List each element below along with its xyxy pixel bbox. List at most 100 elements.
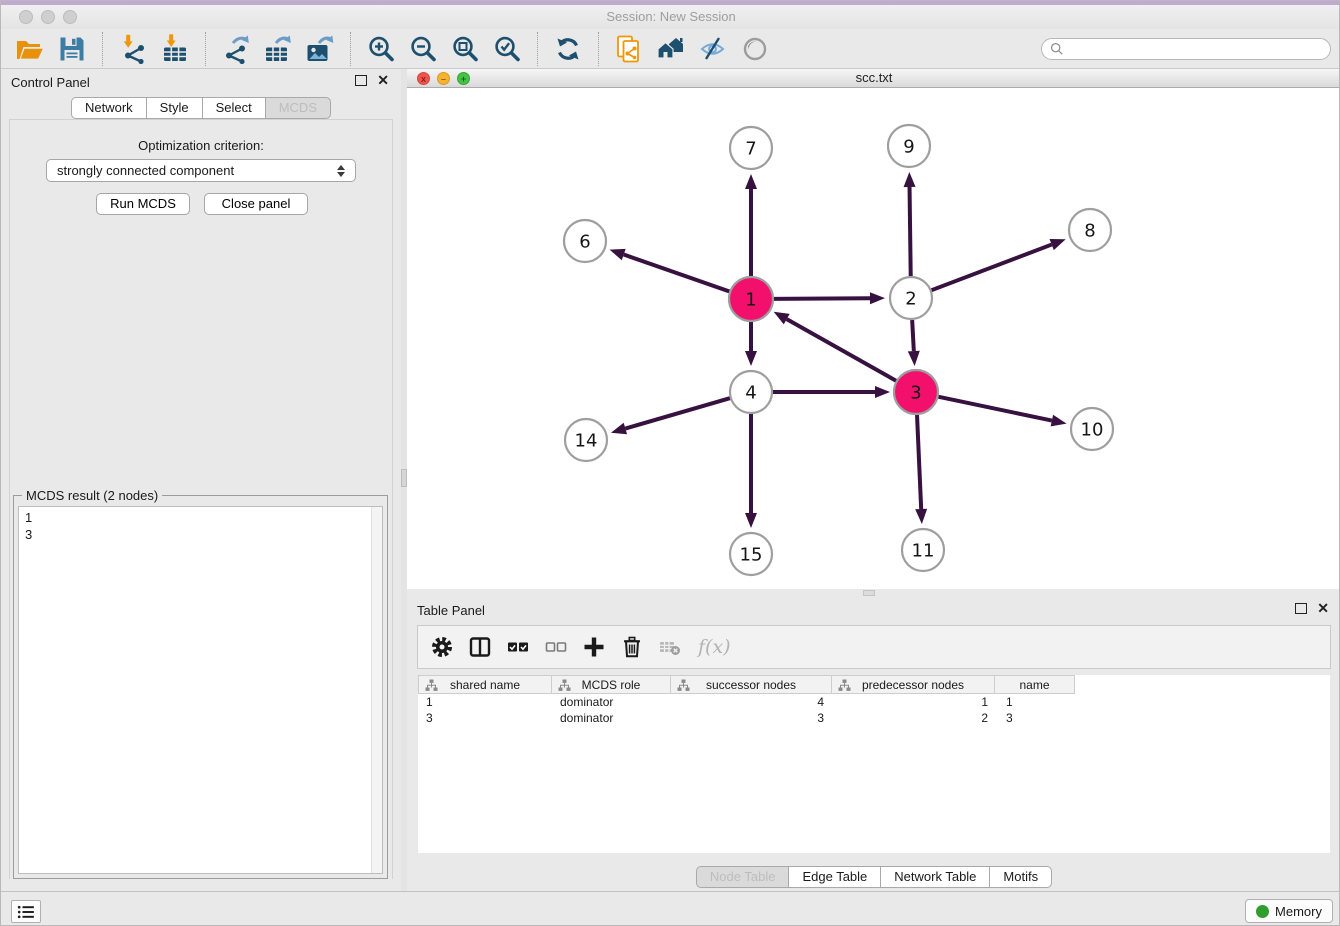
graph-node-label: 8 bbox=[1084, 221, 1095, 242]
graph-edge-2-8[interactable] bbox=[932, 245, 1052, 291]
tab-mcds[interactable]: MCDS bbox=[265, 97, 331, 119]
first-neighbors-icon[interactable] bbox=[656, 34, 686, 64]
table-settings-gear-icon[interactable] bbox=[430, 635, 454, 659]
network-minimize-icon[interactable]: – bbox=[437, 72, 450, 85]
graph-arrowhead bbox=[774, 312, 790, 325]
graph-edge-3-1[interactable] bbox=[787, 319, 897, 381]
graph-arrowhead bbox=[904, 172, 916, 187]
column-header-predecessor-nodes[interactable]: predecessor nodes bbox=[831, 675, 995, 694]
cell-name[interactable]: 1 bbox=[998, 694, 1079, 710]
graph-node-label: 9 bbox=[903, 137, 914, 158]
cell-shared-name[interactable]: 1 bbox=[418, 694, 552, 710]
graph-arrowhead bbox=[1050, 239, 1066, 250]
tab-style[interactable]: Style bbox=[146, 97, 203, 119]
splitter-handle[interactable] bbox=[863, 590, 875, 596]
control-panel-tabs: Network Style Select MCDS bbox=[1, 97, 401, 119]
tab-select[interactable]: Select bbox=[202, 97, 266, 119]
main-toolbar bbox=[1, 29, 1340, 69]
task-history-button[interactable] bbox=[11, 900, 41, 923]
export-network-icon[interactable] bbox=[221, 34, 251, 64]
cell-successor-nodes[interactable]: 3 bbox=[672, 710, 834, 726]
cell-shared-name[interactable]: 3 bbox=[418, 710, 552, 726]
table-row[interactable]: 1 dominator 4 1 1 bbox=[418, 694, 1330, 710]
column-header-successor-nodes[interactable]: successor nodes bbox=[670, 675, 832, 694]
float-panel-icon[interactable] bbox=[355, 75, 367, 86]
cell-predecessor-nodes[interactable]: 2 bbox=[834, 710, 998, 726]
table-row[interactable]: 3 dominator 3 2 3 bbox=[418, 710, 1330, 726]
graph-arrowhead bbox=[745, 351, 757, 366]
import-table-icon[interactable] bbox=[160, 34, 190, 64]
cell-predecessor-nodes[interactable]: 1 bbox=[834, 694, 998, 710]
column-type-icon bbox=[838, 679, 851, 692]
close-panel-icon[interactable]: ✕ bbox=[1317, 603, 1329, 614]
horizontal-splitter[interactable] bbox=[407, 589, 1340, 597]
select-all-icon[interactable] bbox=[506, 635, 530, 659]
mcds-result-text[interactable]: 1 3 bbox=[18, 506, 383, 874]
zoom-in-icon[interactable] bbox=[366, 34, 396, 64]
tab-node-table[interactable]: Node Table bbox=[696, 866, 790, 888]
graph-edge-2-9[interactable] bbox=[910, 187, 911, 276]
column-header-name[interactable]: name bbox=[994, 675, 1075, 694]
window-title: Session: New Session bbox=[1, 5, 1340, 29]
show-all-icon[interactable] bbox=[740, 34, 770, 64]
cell-name[interactable]: 3 bbox=[998, 710, 1079, 726]
graph-edge-1-2[interactable] bbox=[773, 298, 870, 299]
column-header-shared-name[interactable]: shared name bbox=[418, 675, 552, 694]
network-window-titlebar[interactable]: x – + scc.txt bbox=[407, 69, 1340, 88]
show-column-icon[interactable] bbox=[468, 635, 492, 659]
zoom-fit-icon[interactable] bbox=[450, 34, 480, 64]
graph-node-label: 2 bbox=[905, 289, 916, 310]
save-session-icon[interactable] bbox=[57, 34, 87, 64]
memory-label: Memory bbox=[1275, 904, 1322, 919]
export-table-icon[interactable] bbox=[263, 34, 293, 64]
tab-network[interactable]: Network bbox=[71, 97, 147, 119]
function-builder-icon[interactable]: f(x) bbox=[698, 636, 731, 658]
search-input[interactable] bbox=[1064, 42, 1322, 56]
hide-selected-icon[interactable] bbox=[698, 34, 728, 64]
zoom-out-icon[interactable] bbox=[408, 34, 438, 64]
zoom-selected-icon[interactable] bbox=[492, 34, 522, 64]
tab-edge-table[interactable]: Edge Table bbox=[788, 866, 881, 888]
control-panel-header: Control Panel ✕ bbox=[1, 69, 401, 95]
cell-successor-nodes[interactable]: 4 bbox=[672, 694, 834, 710]
zoom-window-icon[interactable] bbox=[63, 10, 77, 24]
table-toolbar: f(x) bbox=[417, 625, 1331, 669]
close-panel-icon[interactable]: ✕ bbox=[377, 75, 389, 86]
run-mcds-button[interactable]: Run MCDS bbox=[96, 193, 190, 215]
delete-column-trash-icon[interactable] bbox=[620, 635, 644, 659]
graph-arrowhead bbox=[611, 423, 627, 435]
control-panel-title: Control Panel bbox=[11, 75, 90, 90]
graph-edge-4-14[interactable] bbox=[625, 398, 730, 428]
clone-network-icon[interactable] bbox=[614, 34, 644, 64]
graph-edge-2-3[interactable] bbox=[912, 320, 914, 351]
result-scrollbar[interactable] bbox=[371, 507, 382, 873]
tab-network-table[interactable]: Network Table bbox=[880, 866, 990, 888]
column-type-icon bbox=[677, 679, 690, 692]
mcds-result-box: MCDS result (2 nodes) 1 3 bbox=[13, 495, 388, 879]
deselect-all-icon[interactable] bbox=[544, 635, 568, 659]
refresh-layout-icon[interactable] bbox=[553, 34, 583, 64]
minimize-window-icon[interactable] bbox=[41, 10, 55, 24]
column-header-mcds-role[interactable]: MCDS role bbox=[551, 675, 671, 694]
import-network-icon[interactable] bbox=[118, 34, 148, 64]
graph-arrowhead bbox=[610, 249, 626, 260]
network-graph-canvas[interactable]: 7968124314101511 bbox=[407, 88, 1340, 589]
export-image-icon[interactable] bbox=[305, 34, 335, 64]
graph-edge-1-6[interactable] bbox=[624, 255, 731, 292]
delete-table-icon-disabled[interactable] bbox=[658, 635, 682, 659]
close-panel-button[interactable]: Close panel bbox=[204, 193, 308, 215]
close-window-icon[interactable] bbox=[19, 10, 33, 24]
tab-motifs[interactable]: Motifs bbox=[989, 866, 1052, 888]
cell-mcds-role[interactable]: dominator bbox=[552, 710, 672, 726]
criterion-select[interactable]: strongly connected component bbox=[46, 159, 356, 182]
add-column-icon[interactable] bbox=[582, 635, 606, 659]
cell-mcds-role[interactable]: dominator bbox=[552, 694, 672, 710]
graph-edge-3-10[interactable] bbox=[938, 397, 1052, 421]
graph-node-label: 3 bbox=[910, 383, 921, 404]
memory-button[interactable]: Memory bbox=[1245, 899, 1333, 923]
open-session-icon[interactable] bbox=[15, 34, 45, 64]
network-maximize-icon[interactable]: + bbox=[457, 72, 470, 85]
network-close-icon[interactable]: x bbox=[417, 72, 430, 85]
graph-edge-3-11[interactable] bbox=[917, 414, 921, 509]
float-panel-icon[interactable] bbox=[1295, 603, 1307, 614]
